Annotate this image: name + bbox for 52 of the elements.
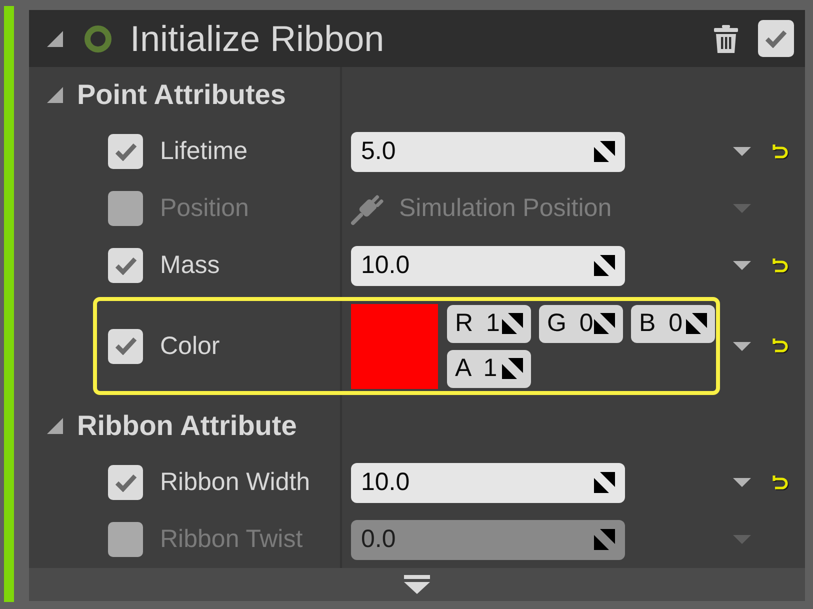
- checkbox[interactable]: [758, 20, 794, 57]
- property-label: Ribbon Twist: [160, 525, 303, 554]
- corner-triangles-icon[interactable]: [502, 358, 523, 379]
- checkbox[interactable]: [108, 328, 143, 364]
- property-label: Ribbon Width: [160, 468, 310, 497]
- module-title: Initialize Ribbon: [130, 18, 386, 60]
- corner-triangles-icon[interactable]: [686, 313, 707, 334]
- channel-field[interactable]: G 0: [539, 304, 623, 342]
- check-icon: [114, 474, 136, 492]
- checkbox[interactable]: [108, 134, 143, 169]
- corner-triangles-icon[interactable]: [594, 255, 615, 276]
- checkbox[interactable]: [108, 191, 143, 226]
- trash-icon[interactable]: [713, 24, 739, 52]
- expand-triangle-icon[interactable]: [47, 87, 63, 103]
- return-arrow-icon[interactable]: [771, 256, 789, 274]
- corner-triangles-icon[interactable]: [594, 313, 615, 334]
- dropdown-caret-icon[interactable]: [733, 261, 751, 270]
- checkbox[interactable]: [108, 465, 143, 500]
- property-label: Color: [160, 332, 220, 360]
- dropdown-caret-icon[interactable]: [733, 342, 751, 350]
- corner-triangles-icon[interactable]: [594, 472, 615, 493]
- number-field[interactable]: 0.0: [351, 520, 625, 560]
- dropdown-caret-icon[interactable]: [733, 478, 751, 487]
- expand-triangle-icon[interactable]: [47, 30, 63, 46]
- expand-triangle-icon[interactable]: [47, 418, 63, 434]
- channel-field[interactable]: A 1: [447, 350, 531, 388]
- property-label: Mass: [160, 251, 220, 280]
- color-swatch[interactable]: [351, 304, 438, 388]
- number-field[interactable]: 10.0: [351, 246, 625, 286]
- corner-triangles-icon[interactable]: [502, 313, 523, 334]
- checkbox[interactable]: [108, 522, 143, 557]
- check-icon: [114, 337, 136, 355]
- section-title: Ribbon Attribute: [77, 410, 297, 442]
- channel-field[interactable]: R 1: [447, 304, 531, 342]
- return-arrow-icon[interactable]: [771, 337, 789, 355]
- property-label: Lifetime: [160, 137, 248, 166]
- check-icon: [114, 256, 136, 274]
- check-icon: [765, 30, 787, 48]
- section-title: Point Attributes: [77, 79, 286, 111]
- dropdown-caret-icon[interactable]: [733, 147, 751, 156]
- number-field[interactable]: 10.0: [351, 462, 625, 502]
- check-icon: [114, 142, 136, 160]
- return-arrow-icon[interactable]: [771, 474, 789, 492]
- checkbox[interactable]: [108, 248, 143, 283]
- channel-field[interactable]: B 0: [631, 304, 715, 342]
- ring-icon: [84, 24, 112, 52]
- number-field[interactable]: 5.0: [351, 132, 625, 172]
- down-arrow-icon[interactable]: [404, 575, 430, 594]
- corner-triangles-icon[interactable]: [594, 141, 615, 162]
- corner-triangles-icon[interactable]: [594, 529, 615, 550]
- return-arrow-icon[interactable]: [771, 142, 789, 160]
- property-label: Position: [160, 194, 249, 223]
